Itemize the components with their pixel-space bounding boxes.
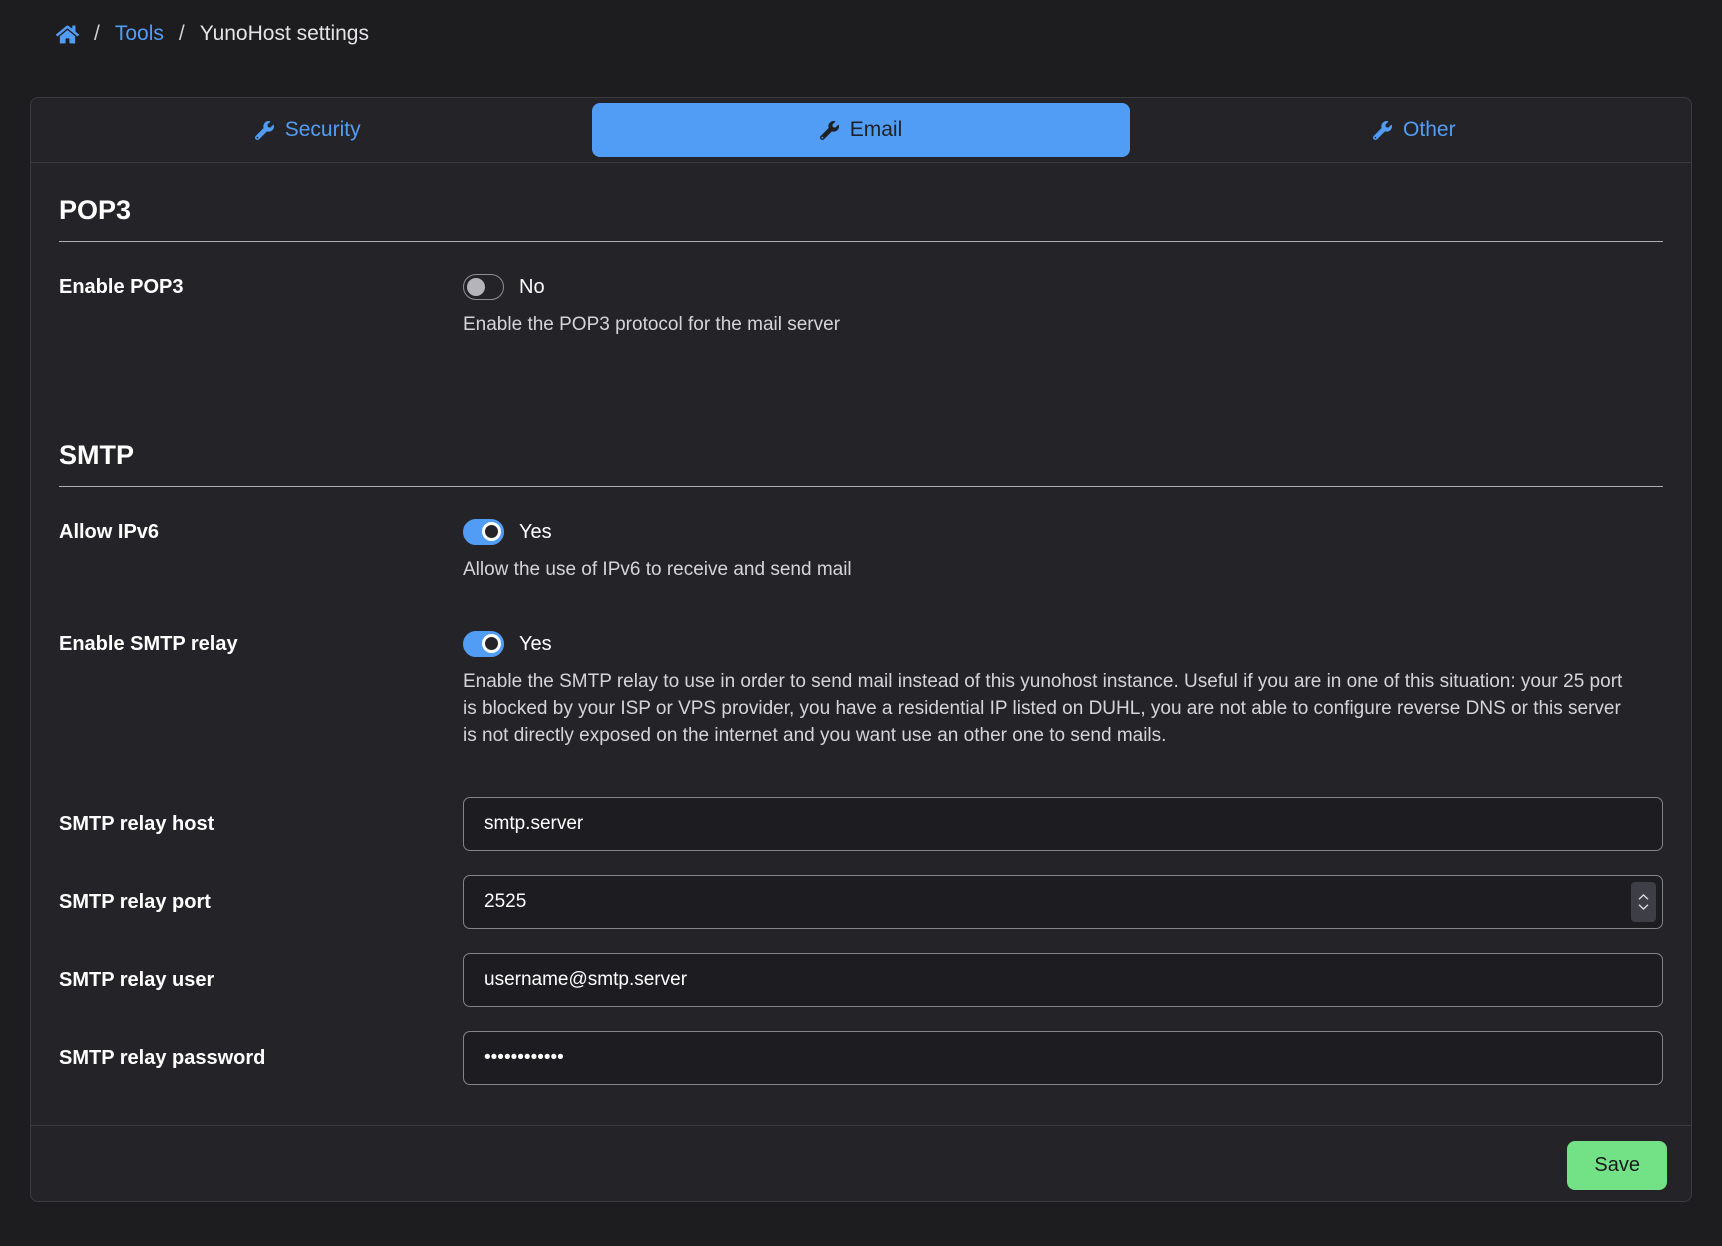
breadcrumb-home-link[interactable] [56, 23, 79, 46]
save-button[interactable]: Save [1567, 1141, 1667, 1190]
section-title-pop3: POP3 [59, 195, 1663, 242]
field-row-enable-smtp-relay: Enable SMTP relay Yes Enable the SMTP re… [59, 631, 1663, 749]
field-label: Enable POP3 [59, 274, 463, 299]
settings-card: Security Email Other POP3 Enable POP3 No [30, 97, 1692, 1202]
enable-smtp-relay-toggle[interactable] [463, 631, 504, 657]
toggle-knob [482, 522, 501, 541]
wrench-icon [820, 121, 839, 140]
section-pop3: POP3 Enable POP3 No Enable the POP3 prot… [59, 195, 1663, 338]
toggle-state-label: Yes [519, 633, 552, 656]
breadcrumb: / Tools / YunoHost settings [0, 0, 1722, 97]
field-label: Enable SMTP relay [59, 631, 463, 656]
spinner-down-icon [1638, 904, 1649, 910]
field-description: Enable the SMTP relay to use in order to… [463, 668, 1638, 749]
breadcrumb-separator: / [94, 22, 100, 46]
allow-ipv6-toggle[interactable] [463, 519, 504, 545]
field-row-enable-pop3: Enable POP3 No Enable the POP3 protocol … [59, 274, 1663, 338]
tab-email[interactable]: Email [592, 103, 1129, 157]
smtp-relay-port-input[interactable] [463, 875, 1663, 929]
field-label: SMTP relay password [59, 1047, 463, 1070]
spinner-up-icon [1638, 894, 1649, 900]
field-description: Allow the use of IPv6 to receive and sen… [463, 556, 1638, 583]
field-row-smtp-relay-port: SMTP relay port [59, 875, 1663, 929]
breadcrumb-link-tools[interactable]: Tools [115, 22, 164, 46]
tab-label: Other [1403, 118, 1456, 142]
tab-other[interactable]: Other [1146, 103, 1683, 157]
field-row-smtp-relay-password: SMTP relay password [59, 1031, 1663, 1085]
toggle-knob [482, 634, 501, 653]
field-row-smtp-relay-user: SMTP relay user [59, 953, 1663, 1007]
home-icon [56, 23, 79, 46]
field-row-allow-ipv6: Allow IPv6 Yes Allow the use of IPv6 to … [59, 519, 1663, 583]
tab-label: Email [850, 118, 903, 142]
section-smtp: SMTP Allow IPv6 Yes Allow the use of IPv… [59, 440, 1663, 1085]
form-footer: Save [31, 1125, 1691, 1202]
field-label: Allow IPv6 [59, 519, 463, 544]
wrench-icon [255, 121, 274, 140]
field-label: SMTP relay host [59, 813, 463, 836]
breadcrumb-current-page: YunoHost settings [200, 22, 369, 46]
field-row-smtp-relay-host: SMTP relay host [59, 797, 1663, 851]
toggle-state-label: Yes [519, 521, 552, 544]
wrench-icon [1373, 121, 1392, 140]
tab-bar: Security Email Other [31, 98, 1691, 163]
number-spinner[interactable] [1631, 882, 1656, 922]
field-description: Enable the POP3 protocol for the mail se… [463, 311, 1638, 338]
smtp-relay-password-input[interactable] [463, 1031, 1663, 1085]
toggle-state-label: No [519, 276, 545, 299]
smtp-relay-user-input[interactable] [463, 953, 1663, 1007]
tab-label: Security [285, 118, 361, 142]
toggle-knob [467, 278, 485, 296]
smtp-relay-host-input[interactable] [463, 797, 1663, 851]
settings-form: POP3 Enable POP3 No Enable the POP3 prot… [31, 163, 1691, 1125]
breadcrumb-separator: / [179, 22, 185, 46]
tab-security[interactable]: Security [39, 103, 576, 157]
enable-pop3-toggle[interactable] [463, 274, 504, 300]
section-title-smtp: SMTP [59, 440, 1663, 487]
field-label: SMTP relay port [59, 891, 463, 914]
field-label: SMTP relay user [59, 969, 463, 992]
